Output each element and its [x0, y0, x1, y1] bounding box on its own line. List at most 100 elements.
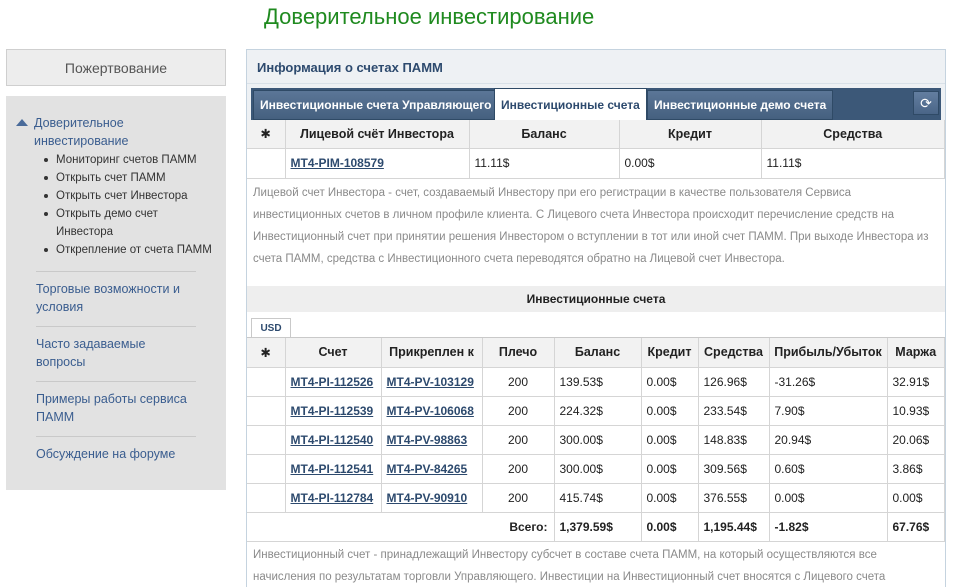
leverage-cell: 200	[482, 367, 555, 397]
account-link[interactable]: MT4-PI-112539	[291, 404, 374, 418]
funds-cell: 233.54$	[698, 396, 770, 426]
investment-accounts-heading: Инвестиционные счета	[247, 286, 945, 312]
sidebar-link-faq[interactable]: Часто задаваемые вопросы	[36, 326, 196, 375]
funds-cell: 309.56$	[698, 454, 770, 484]
leverage-cell: 200	[482, 483, 555, 513]
table-row: MT4-PIM-108579 11.11$ 0.00$ 11.11$	[247, 148, 945, 179]
table-row: MT4-PI-112539 MT4-PV-106068 200 224.32$ …	[247, 396, 945, 426]
total-credit: 0.00$	[641, 512, 699, 542]
investment-accounts-table: ✱ Счет Прикреплен к Плечо Баланс Кредит …	[247, 338, 945, 542]
balance-cell: 415.74$	[554, 483, 642, 513]
credit-cell: 0.00$	[641, 396, 699, 426]
funds-cell: 148.83$	[698, 425, 770, 455]
gear-icon[interactable]: ✱	[247, 120, 286, 149]
pamm-info-panel: Информация о счетах ПАММ Инвестиционные …	[246, 49, 946, 587]
attached-link[interactable]: MT4-PV-84265	[387, 462, 468, 476]
account-link[interactable]: MT4-PI-112526	[291, 375, 374, 389]
pl-cell: 20.94$	[769, 425, 888, 455]
sidebar-section-title[interactable]: Доверительное инвестирование	[34, 114, 216, 150]
sidebar-item-open-pamm[interactable]: Открыть счет ПАММ	[42, 169, 216, 187]
col-personal-account: Лицевой счёт Инвестора	[285, 120, 470, 149]
pl-cell: -31.26$	[769, 367, 888, 397]
credit-cell: 0.00$	[641, 483, 699, 513]
gear-icon[interactable]: ✱	[247, 338, 286, 368]
refresh-button[interactable]: ⟳	[913, 91, 939, 115]
attached-link[interactable]: MT4-PV-90910	[387, 491, 468, 505]
sidebar-item-monitoring[interactable]: Мониторинг счетов ПАММ	[42, 151, 216, 169]
triangle-up-icon	[16, 119, 28, 126]
sidebar-item-open-demo[interactable]: Открыть демо счет Инвестора	[42, 205, 216, 241]
col-balance: Баланс	[469, 120, 620, 149]
col-account: Счет	[285, 338, 382, 368]
col-funds: Средства	[698, 338, 770, 368]
sidebar-submenu: Мониторинг счетов ПАММ Открыть счет ПАММ…	[42, 151, 216, 259]
col-margin: Маржа	[887, 338, 945, 368]
leverage-cell: 200	[482, 396, 555, 426]
sidebar-item-detach[interactable]: Открепление от счета ПАММ	[42, 241, 216, 259]
credit-cell: 0.00$	[619, 148, 762, 179]
tab-investment-accounts[interactable]: Инвестиционные счета	[494, 88, 647, 120]
pl-cell: 0.60$	[769, 454, 888, 484]
leverage-cell: 200	[482, 454, 555, 484]
table-row: MT4-PI-112540 MT4-PV-98863 200 300.00$ 0…	[247, 425, 945, 455]
balance-cell: 224.32$	[554, 396, 642, 426]
funds-cell: 11.11$	[761, 148, 945, 179]
leverage-cell: 200	[482, 425, 555, 455]
personal-account-link[interactable]: MT4-PIM-108579	[291, 156, 384, 170]
col-attached: Прикреплен к	[381, 338, 483, 368]
tab-bar: Инвестиционные счета Управляющего Инвест…	[247, 84, 945, 120]
margin-cell: 0.00$	[887, 483, 945, 513]
account-link[interactable]: MT4-PI-112784	[291, 491, 374, 505]
panel-title: Информация о счетах ПАММ	[247, 50, 945, 84]
credit-cell: 0.00$	[641, 367, 699, 397]
col-funds: Средства	[761, 120, 945, 149]
total-pl: -1.82$	[769, 512, 888, 542]
balance-cell: 300.00$	[554, 454, 642, 484]
table-row: MT4-PI-112541 MT4-PV-84265 200 300.00$ 0…	[247, 454, 945, 484]
total-funds: 1,195.44$	[698, 512, 770, 542]
currency-tab-usd[interactable]: USD	[251, 318, 291, 338]
tab-demo-accounts[interactable]: Инвестиционные демо счета	[647, 90, 834, 120]
sidebar-section[interactable]: Доверительное инвестирование	[16, 114, 216, 150]
donate-button[interactable]: Пожертвование	[6, 49, 226, 86]
sidebar-link-forum[interactable]: Обсуждение на форуме	[36, 436, 196, 467]
margin-cell: 3.86$	[887, 454, 945, 484]
credit-cell: 0.00$	[641, 454, 699, 484]
total-balance: 1,379.59$	[554, 512, 642, 542]
balance-cell: 139.53$	[554, 367, 642, 397]
page-title: Доверительное инвестирование	[264, 4, 595, 29]
margin-cell: 32.91$	[887, 367, 945, 397]
attached-link[interactable]: MT4-PV-106068	[387, 404, 474, 418]
funds-cell: 376.55$	[698, 483, 770, 513]
table-row: MT4-PI-112784 MT4-PV-90910 200 415.74$ 0…	[247, 483, 945, 513]
refresh-icon: ⟳	[920, 94, 932, 111]
col-credit: Кредит	[619, 120, 762, 149]
balance-cell: 11.11$	[469, 148, 620, 179]
investment-account-description: Инвестиционный счет - принадлежащий Инве…	[253, 549, 886, 583]
margin-cell: 10.93$	[887, 396, 945, 426]
attached-link[interactable]: MT4-PV-98863	[387, 433, 468, 447]
sidebar: Доверительное инвестирование Мониторинг …	[6, 96, 226, 490]
total-label: Всего:	[247, 512, 555, 542]
sidebar-link-trading[interactable]: Торговые возможности и условия	[36, 271, 196, 320]
col-profit-loss: Прибыль/Убыток	[769, 338, 888, 368]
table-row: MT4-PI-112526 MT4-PV-103129 200 139.53$ …	[247, 367, 945, 397]
col-leverage: Плечо	[482, 338, 555, 368]
col-credit: Кредит	[641, 338, 699, 368]
pl-cell: 0.00$	[769, 483, 888, 513]
personal-account-description: Лицевой счет Инвестора - счет, создаваем…	[253, 187, 929, 265]
balance-cell: 300.00$	[554, 425, 642, 455]
account-link[interactable]: MT4-PI-112540	[291, 433, 374, 447]
pl-cell: 7.90$	[769, 396, 888, 426]
total-row: Всего: 1,379.59$ 0.00$ 1,195.44$ -1.82$ …	[247, 512, 945, 542]
sidebar-item-open-investor[interactable]: Открыть счет Инвестора	[42, 187, 216, 205]
account-link[interactable]: MT4-PI-112541	[291, 462, 374, 476]
credit-cell: 0.00$	[641, 425, 699, 455]
funds-cell: 126.96$	[698, 367, 770, 397]
attached-link[interactable]: MT4-PV-103129	[387, 375, 474, 389]
sidebar-link-examples[interactable]: Примеры работы сервиса ПАММ	[36, 381, 196, 430]
tab-manager-accounts[interactable]: Инвестиционные счета Управляющего	[253, 90, 499, 120]
personal-account-table: ✱ Лицевой счёт Инвестора Баланс Кредит С…	[247, 120, 945, 179]
margin-cell: 20.06$	[887, 425, 945, 455]
total-margin: 67.76$	[887, 512, 945, 542]
